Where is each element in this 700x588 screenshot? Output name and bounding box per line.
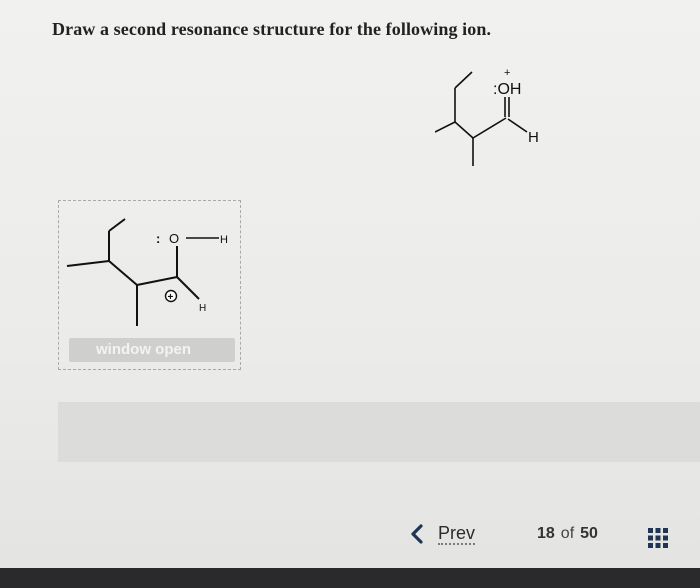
bond-line (108, 218, 126, 232)
page-total: 50 (580, 525, 598, 542)
bond-line (176, 276, 200, 300)
bond-line (108, 260, 138, 286)
positive-charge: + (504, 67, 510, 79)
bond-line (66, 260, 110, 267)
laptop-bezel (0, 568, 700, 588)
prev-link[interactable]: Prev (408, 523, 476, 545)
grid-icon[interactable] (648, 528, 668, 548)
o-label: O (169, 231, 179, 246)
oh-label: :OH (493, 81, 521, 98)
prev-label: Prev (438, 523, 476, 545)
answer-drawing-box[interactable]: : O H + H window open (58, 200, 241, 370)
bond-line (136, 276, 178, 286)
bond-line (454, 121, 474, 139)
bond-line (454, 71, 473, 89)
o-lone-pair: : (156, 231, 160, 246)
feedback-area (58, 402, 700, 462)
page-indicator: 18 of 50 (537, 525, 598, 543)
page-current: 18 (537, 525, 555, 542)
given-ion-structure: :OH + H (435, 67, 539, 166)
pagination-bar: Prev 18 of 50 (0, 523, 700, 551)
assignment-page: Draw a second resonance structure for th… (0, 0, 700, 588)
window-open-button[interactable]: window open (69, 338, 235, 362)
question-text: Draw a second resonance structure for th… (52, 19, 492, 39)
answer-charge: + (168, 292, 174, 303)
bond-line (507, 118, 528, 133)
chevron-left-icon (411, 524, 423, 544)
bond-line (472, 117, 507, 139)
page-of: of (560, 525, 575, 542)
h-label: H (528, 129, 539, 146)
bond-line (435, 121, 456, 133)
o-h-label: H (220, 234, 228, 246)
answer-h-label: H (199, 303, 206, 314)
